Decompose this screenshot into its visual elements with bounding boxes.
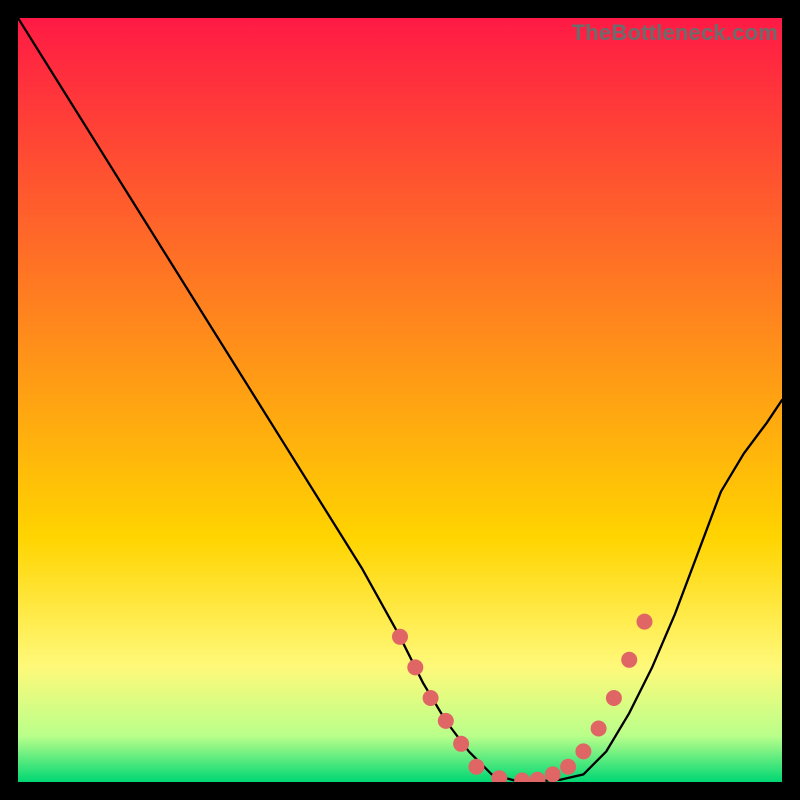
marker-layer bbox=[392, 614, 653, 782]
curve-marker bbox=[575, 743, 591, 759]
plot-area bbox=[18, 18, 782, 782]
curve-marker bbox=[468, 759, 484, 775]
curve-marker bbox=[606, 690, 622, 706]
curve-marker bbox=[560, 759, 576, 775]
curve-marker bbox=[514, 773, 530, 783]
curve-marker bbox=[545, 766, 561, 782]
curve-marker bbox=[407, 659, 423, 675]
curve-marker bbox=[591, 721, 607, 737]
valley-curve bbox=[18, 18, 782, 781]
curve-marker bbox=[453, 736, 469, 752]
curve-marker bbox=[438, 713, 454, 729]
curve-layer bbox=[18, 18, 782, 782]
curve-marker bbox=[530, 772, 546, 782]
curve-marker bbox=[637, 614, 653, 630]
curve-marker bbox=[423, 690, 439, 706]
curve-marker bbox=[491, 770, 507, 782]
curve-marker bbox=[621, 652, 637, 668]
chart-frame: TheBottleneck.com bbox=[0, 0, 800, 800]
curve-marker bbox=[392, 629, 408, 645]
watermark-text: TheBottleneck.com bbox=[572, 20, 778, 46]
